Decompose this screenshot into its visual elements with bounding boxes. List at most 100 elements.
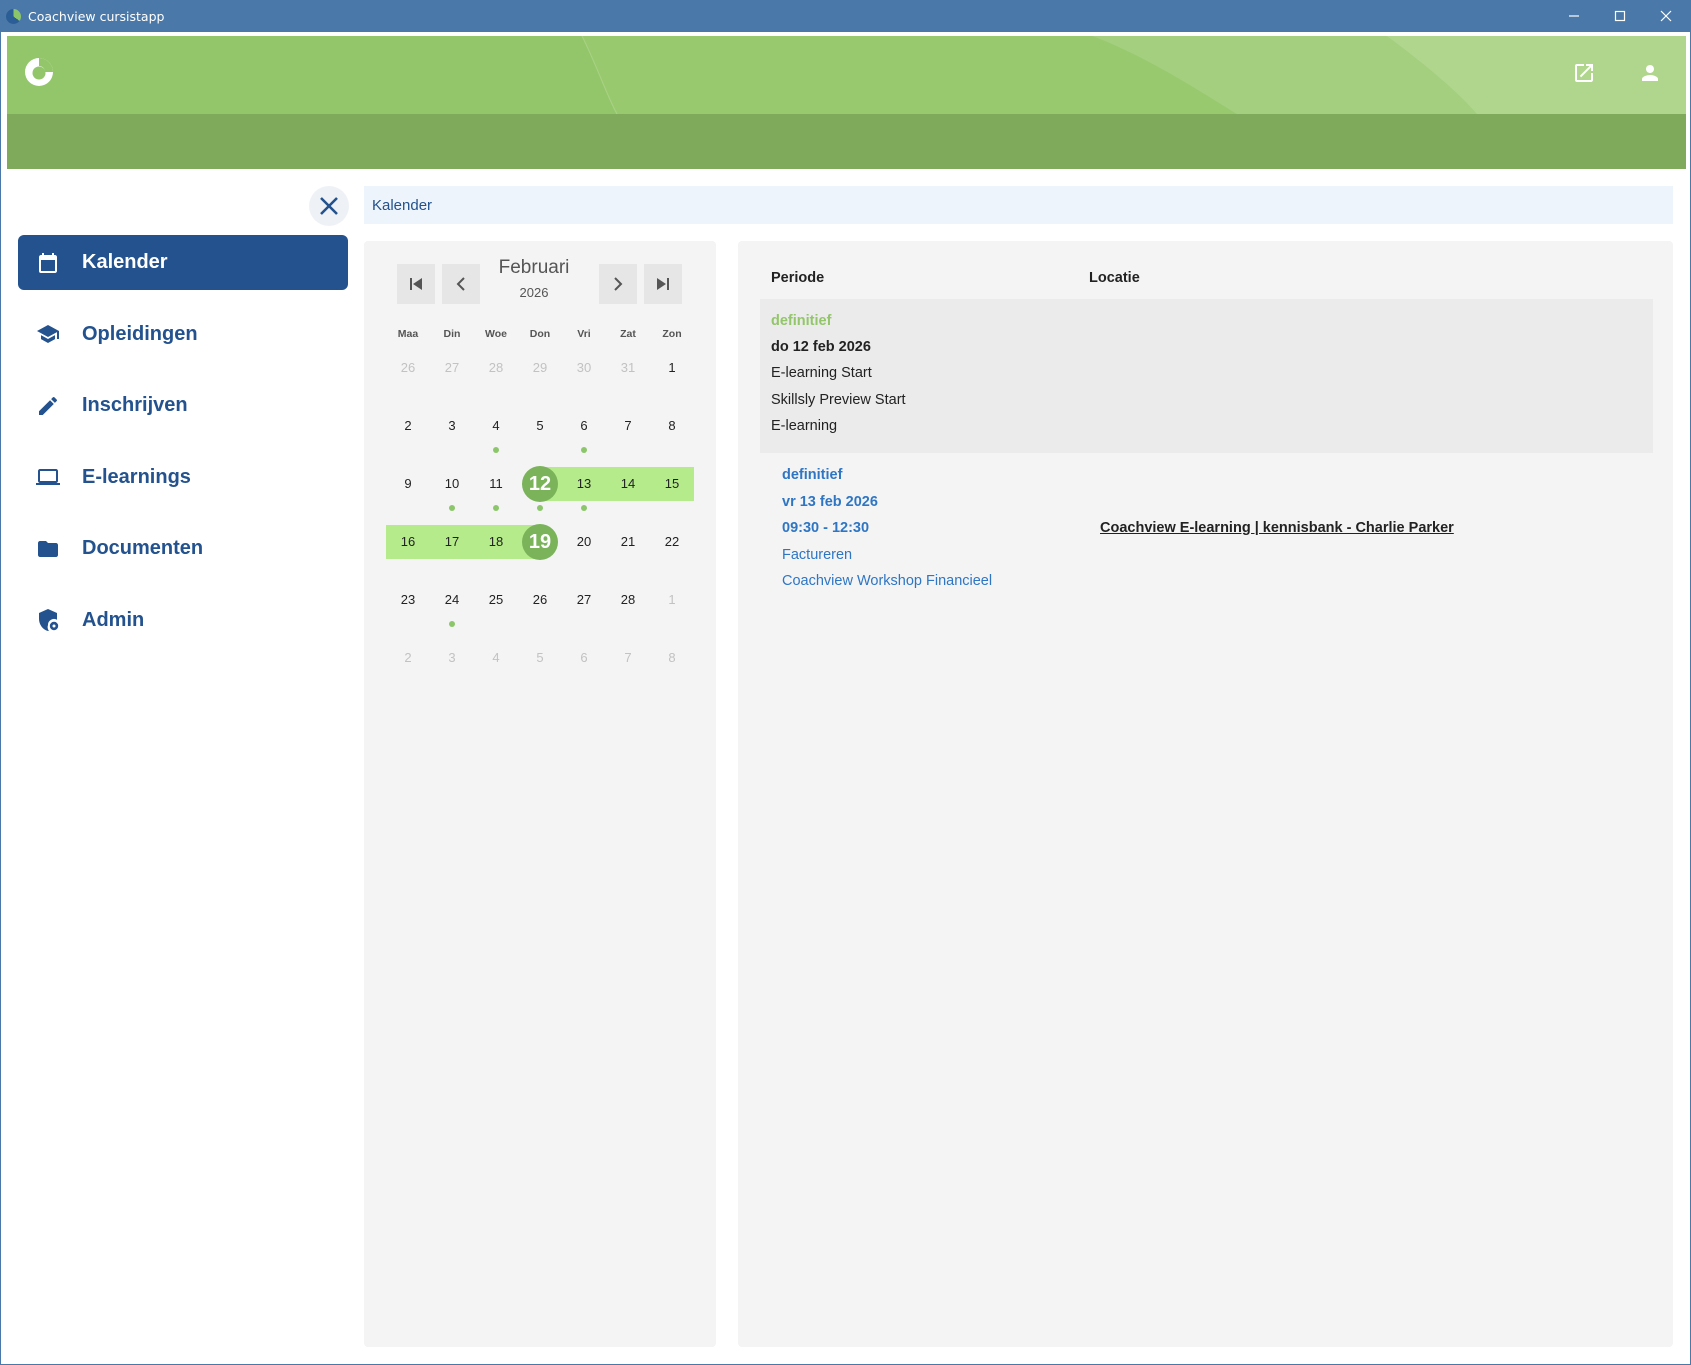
calendar-day[interactable]: 26 xyxy=(518,571,562,629)
calendar-day[interactable]: 28 xyxy=(474,347,518,397)
banner-decoration xyxy=(581,36,1686,114)
next-month-button[interactable] xyxy=(599,264,637,304)
event-location-link[interactable]: Coachview E-learning | kennisbank - Char… xyxy=(1100,520,1454,536)
day-number-cell: 23 xyxy=(386,583,430,617)
calendar-day[interactable]: 20 xyxy=(562,513,606,571)
calendar-day[interactable]: 9 xyxy=(386,455,430,513)
user-button[interactable] xyxy=(1635,58,1665,88)
calendar-day[interactable]: 6 xyxy=(562,397,606,455)
calendar-day-selected[interactable]: 12 xyxy=(518,455,562,513)
calendar-day[interactable]: 24 xyxy=(430,571,474,629)
day-number: 7 xyxy=(624,418,632,433)
calendar-day[interactable]: 18 xyxy=(474,513,518,571)
calendar-day[interactable]: 23 xyxy=(386,571,430,629)
event-subtitle: Skillsly Preview Start xyxy=(771,392,906,408)
day-number: 4 xyxy=(492,418,500,433)
day-number: 12 xyxy=(522,466,558,502)
maximize-icon xyxy=(1614,10,1626,22)
calendar-month: Februari xyxy=(498,257,570,278)
calendar-day[interactable]: 27 xyxy=(562,571,606,629)
day-number: 21 xyxy=(620,534,636,549)
calendar-day[interactable]: 2 xyxy=(386,629,430,687)
calendar-day[interactable]: 21 xyxy=(606,513,650,571)
calendar-day[interactable]: 31 xyxy=(606,347,650,397)
calendar-day[interactable]: 10 xyxy=(430,455,474,513)
calendar-week: 23 24 25 26 27 28 1 xyxy=(386,571,694,629)
day-number: 28 xyxy=(488,360,504,375)
calendar-day[interactable]: 1 xyxy=(650,571,694,629)
shield-gear-icon xyxy=(35,607,61,633)
event-indicator-dot xyxy=(581,447,587,453)
calendar-day[interactable]: 22 xyxy=(650,513,694,571)
day-number-cell: 18 xyxy=(474,525,518,559)
calendar-day[interactable]: 5 xyxy=(518,629,562,687)
window-title: Coachview cursistapp xyxy=(28,8,165,24)
calendar-day[interactable]: 1 xyxy=(650,347,694,397)
calendar-day[interactable]: 14 xyxy=(606,455,650,513)
calendar-day[interactable]: 6 xyxy=(562,629,606,687)
day-number: 27 xyxy=(444,360,460,375)
pencil-icon xyxy=(35,393,61,419)
calendar-day[interactable]: 3 xyxy=(430,629,474,687)
calendar-day[interactable]: 7 xyxy=(606,629,650,687)
weekday-label: Zon xyxy=(662,328,682,340)
sidebar-item-admin[interactable]: Admin xyxy=(18,593,348,648)
weekday-label: Vri xyxy=(577,328,591,340)
close-sidebar-button[interactable] xyxy=(309,186,349,226)
calendar-day[interactable]: 16 xyxy=(386,513,430,571)
calendar-day[interactable]: 25 xyxy=(474,571,518,629)
calendar-week: 16 17 18 19 20 21 22 xyxy=(386,513,694,571)
day-number-cell: 5 xyxy=(518,641,562,675)
calendar-day[interactable]: 2 xyxy=(386,397,430,455)
calendar-day-selected[interactable]: 19 xyxy=(518,513,562,571)
chevron-right-icon xyxy=(614,277,623,291)
day-number-cell: 3 xyxy=(430,409,474,443)
day-number: 8 xyxy=(668,650,676,665)
first-month-button[interactable] xyxy=(397,264,435,304)
calendar-day[interactable]: 17 xyxy=(430,513,474,571)
calendar-week: 26 27 28 29 30 31 1 xyxy=(386,347,694,397)
calendar-day[interactable]: 4 xyxy=(474,397,518,455)
day-number: 11 xyxy=(489,476,503,491)
calendar-day[interactable]: 27 xyxy=(430,347,474,397)
sidebar-item-documenten[interactable]: Documenten xyxy=(18,521,348,576)
calendar-day[interactable]: 30 xyxy=(562,347,606,397)
calendar-week: 9 10 11 12 13 14 15 xyxy=(386,455,694,513)
calendar-day[interactable]: 5 xyxy=(518,397,562,455)
calendar-day[interactable]: 13 xyxy=(562,455,606,513)
sidebar-item-inschrijven[interactable]: Inschrijven xyxy=(18,378,348,433)
calendar-day[interactable]: 11 xyxy=(474,455,518,513)
sidebar-item-e-learnings[interactable]: E-learnings xyxy=(18,450,348,505)
calendar-day[interactable]: 26 xyxy=(386,347,430,397)
calendar-day[interactable]: 29 xyxy=(518,347,562,397)
calendar-day[interactable]: 3 xyxy=(430,397,474,455)
weekday-label: Din xyxy=(443,328,461,340)
day-number: 22 xyxy=(664,534,680,549)
day-number-cell: 8 xyxy=(650,641,694,675)
day-number: 17 xyxy=(444,534,460,549)
day-number-cell: 28 xyxy=(474,351,518,385)
sidebar-item-label: Opleidingen xyxy=(82,322,198,345)
minimize-button[interactable] xyxy=(1551,0,1597,32)
day-number-cell: 3 xyxy=(430,641,474,675)
calendar-day[interactable]: 28 xyxy=(606,571,650,629)
day-number-cell: 2 xyxy=(386,409,430,443)
calendar-day[interactable]: 8 xyxy=(650,629,694,687)
maximize-button[interactable] xyxy=(1597,0,1643,32)
calendar-day[interactable]: 8 xyxy=(650,397,694,455)
breadcrumb: Kalender xyxy=(364,186,1673,224)
close-window-button[interactable] xyxy=(1643,0,1689,32)
sidebar-item-opleidingen[interactable]: Opleidingen xyxy=(18,307,348,362)
sidebar-item-label: Admin xyxy=(82,608,145,631)
skip-last-icon xyxy=(657,278,669,290)
external-link-button[interactable] xyxy=(1569,58,1599,88)
calendar-day[interactable]: 15 xyxy=(650,455,694,513)
event-card[interactable]: definitief do 12 feb 2026 E-learning Sta… xyxy=(760,299,1653,453)
last-month-button[interactable] xyxy=(644,264,682,304)
calendar-grid: Maa Din Woe Don Vri Zat Zon 26 27 28 29 30 31 1 2 3 4 5 6… xyxy=(386,321,694,687)
calendar-day[interactable]: 4 xyxy=(474,629,518,687)
event-status: definitief xyxy=(771,313,832,329)
sidebar-item-kalender[interactable]: Kalender xyxy=(18,235,348,290)
day-number: 7 xyxy=(624,650,632,665)
calendar-day[interactable]: 7 xyxy=(606,397,650,455)
